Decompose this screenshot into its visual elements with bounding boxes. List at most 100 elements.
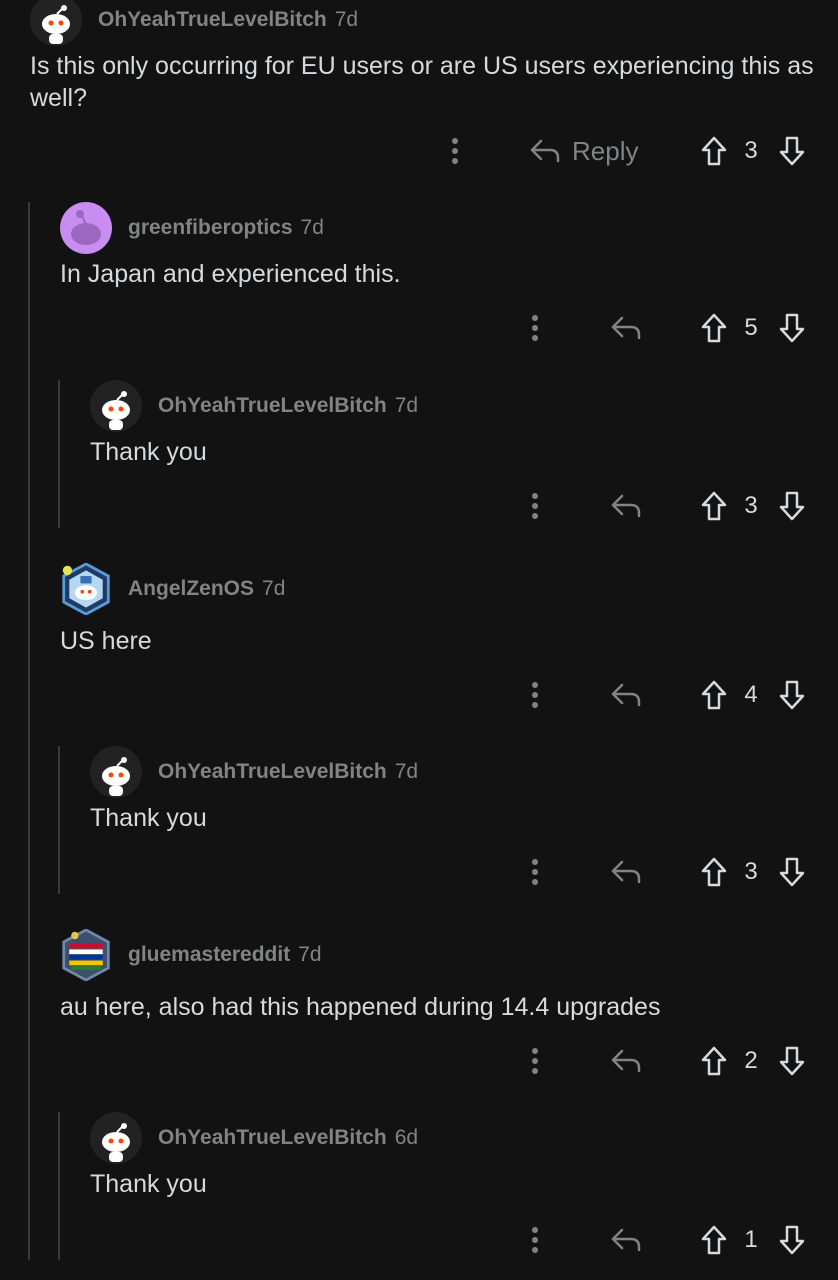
downvote-button[interactable] (776, 1041, 808, 1081)
comment-time: 7d (300, 216, 324, 239)
comment: AngelZenOS 7d US here 4 (60, 563, 838, 723)
comment: greenfiberoptics 7d In Japan and experie… (60, 202, 838, 362)
downvote-button[interactable] (776, 308, 808, 348)
comment-header: OhYeahTrueLevelBitch 6d (90, 1112, 418, 1164)
snoo-avatar[interactable] (90, 1112, 142, 1164)
comment-text: au here, also had this happened during 1… (60, 993, 661, 1021)
reply-button[interactable] (606, 852, 646, 892)
vote-score: 3 (744, 492, 758, 519)
downvote-button[interactable] (776, 1220, 808, 1260)
more-options-button[interactable] (523, 852, 547, 892)
more-options-button[interactable] (443, 131, 467, 171)
thread-line[interactable] (28, 202, 30, 1260)
reply-arrow-icon (611, 1049, 641, 1073)
reply-button[interactable] (606, 675, 646, 715)
more-options-button[interactable] (523, 1220, 547, 1260)
thread-line[interactable] (58, 1112, 60, 1260)
comment-header: greenfiberoptics 7d (60, 202, 324, 254)
upvote-button[interactable] (698, 1041, 730, 1081)
comment-text: In Japan and experienced this. (60, 260, 401, 288)
comment-header: OhYeahTrueLevelBitch 7d (90, 380, 418, 432)
thread-line[interactable] (58, 746, 60, 894)
upvote-arrow-icon (701, 1046, 727, 1076)
comment-time: 7d (394, 760, 419, 783)
downvote-button[interactable] (776, 852, 808, 892)
downvote-button[interactable] (776, 675, 808, 715)
upvote-arrow-icon (701, 491, 727, 521)
downvote-arrow-icon (779, 491, 805, 521)
downvote-arrow-icon (779, 1225, 805, 1255)
comment: OhYeahTrueLevelBitch 7d Thank you 3 (90, 380, 838, 530)
snoo-avatar[interactable] (30, 0, 82, 46)
reply-arrow-icon (611, 494, 641, 518)
upvote-arrow-icon (701, 857, 727, 887)
thread-line[interactable] (58, 380, 60, 528)
comment-actions: 4 (60, 675, 838, 715)
vertical-ellipsis-icon (532, 1227, 538, 1253)
upvote-arrow-icon (701, 680, 727, 710)
downvote-button[interactable] (776, 131, 808, 171)
comment-author[interactable]: OhYeahTrueLevelBitch (158, 1126, 387, 1150)
vertical-ellipsis-icon (532, 859, 538, 885)
upvote-button[interactable] (698, 1220, 730, 1260)
more-options-button[interactable] (523, 308, 547, 348)
comment: gluemastereddit 7d au here, also had thi… (60, 929, 838, 1089)
upvote-button[interactable] (698, 131, 730, 171)
upvote-arrow-icon (701, 1225, 727, 1255)
comment-actions: 3 (90, 486, 838, 526)
comment-author[interactable]: AngelZenOS (128, 577, 254, 601)
downvote-arrow-icon (779, 313, 805, 343)
comment-time: 6d (394, 1126, 419, 1149)
comment-author[interactable]: OhYeahTrueLevelBitch (158, 394, 387, 418)
comment-actions: 5 (60, 308, 838, 348)
upvote-button[interactable] (698, 675, 730, 715)
snoo-hex-avatar[interactable] (60, 563, 112, 615)
comment-author[interactable]: OhYeahTrueLevelBitch (98, 8, 327, 32)
comment-header: AngelZenOS 7d (60, 563, 285, 615)
upvote-arrow-icon (701, 313, 727, 343)
downvote-button[interactable] (776, 486, 808, 526)
snoo-avatar[interactable] (90, 380, 142, 432)
comment-time: 7d (394, 394, 419, 417)
comment-time: 7d (298, 943, 322, 966)
reply-button[interactable] (606, 1041, 646, 1081)
upvote-button[interactable] (698, 308, 730, 348)
flags-hex-avatar[interactable] (60, 929, 112, 981)
comment-text: Thank you (90, 804, 207, 832)
snoo-avatar[interactable] (90, 746, 142, 798)
comment-text: Is this only occurring for EU users or a… (30, 52, 814, 112)
comment-author[interactable]: gluemastereddit (128, 943, 290, 967)
reply-button[interactable] (606, 308, 646, 348)
downvote-arrow-icon (779, 136, 805, 166)
downvote-arrow-icon (779, 857, 805, 887)
more-options-button[interactable] (523, 1041, 547, 1081)
comment: OhYeahTrueLevelBitch 7d Is this only occ… (30, 0, 838, 190)
comment-header: OhYeahTrueLevelBitch 7d (90, 746, 418, 798)
comment-time: 7d (262, 577, 286, 600)
comment-text: Thank you (90, 1170, 207, 1198)
vote-score: 3 (744, 858, 758, 885)
upvote-button[interactable] (698, 852, 730, 892)
reply-button[interactable] (606, 1220, 646, 1260)
comment: OhYeahTrueLevelBitch 7d Thank you 3 (90, 746, 838, 896)
comment-time: 7d (334, 8, 359, 31)
downvote-arrow-icon (779, 680, 805, 710)
reply-arrow-icon (611, 1228, 641, 1252)
more-options-button[interactable] (523, 486, 547, 526)
default-purple-avatar[interactable] (60, 202, 112, 254)
vote-score: 5 (744, 314, 758, 341)
comment-header: OhYeahTrueLevelBitch 7d (30, 0, 358, 46)
reply-button[interactable] (606, 486, 646, 526)
upvote-button[interactable] (698, 486, 730, 526)
vertical-ellipsis-icon (532, 682, 538, 708)
reply-arrow-icon (530, 139, 560, 163)
comment-header: gluemastereddit 7d (60, 929, 322, 981)
vertical-ellipsis-icon (532, 315, 538, 341)
reply-button[interactable]: Reply (530, 131, 638, 171)
downvote-arrow-icon (779, 1046, 805, 1076)
vote-score: 4 (744, 681, 758, 708)
comment-author[interactable]: OhYeahTrueLevelBitch (158, 760, 387, 784)
comment-author[interactable]: greenfiberoptics (128, 216, 293, 240)
comment-actions: Reply 3 (30, 131, 838, 171)
more-options-button[interactable] (523, 675, 547, 715)
